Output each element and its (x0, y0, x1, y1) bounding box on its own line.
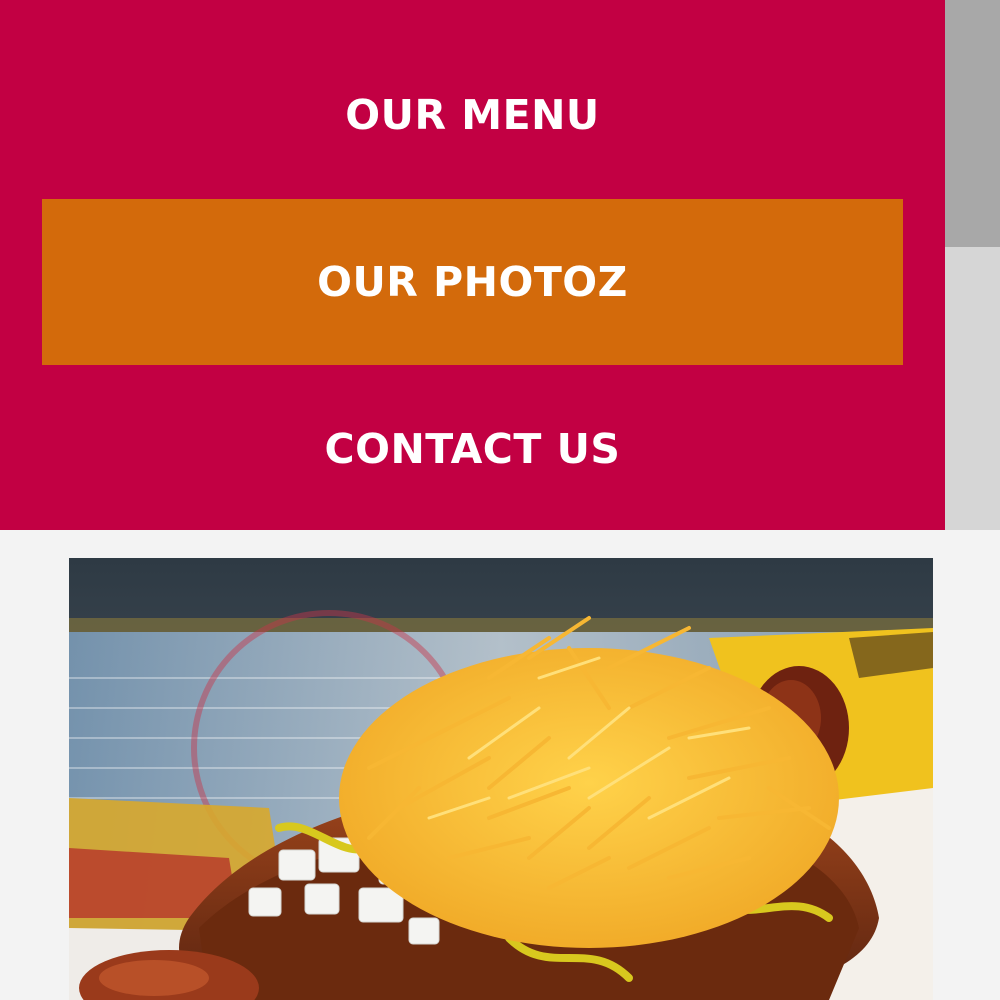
nav-item-our-menu[interactable]: OUR MENU (42, 32, 903, 198)
hot-dog-photo-illustration (69, 558, 933, 1000)
navigation-menu: OUR MENU OUR PHOTOZ CONTACT US (0, 0, 945, 530)
nav-item-our-photoz[interactable]: OUR PHOTOZ (42, 199, 903, 365)
food-photo (69, 558, 933, 1000)
scrollbar[interactable] (945, 0, 1000, 530)
scrollbar-thumb[interactable] (945, 0, 1000, 247)
nav-item-contact-us[interactable]: CONTACT US (42, 366, 903, 532)
page: OUR MENU OUR PHOTOZ CONTACT US (0, 0, 1000, 1000)
